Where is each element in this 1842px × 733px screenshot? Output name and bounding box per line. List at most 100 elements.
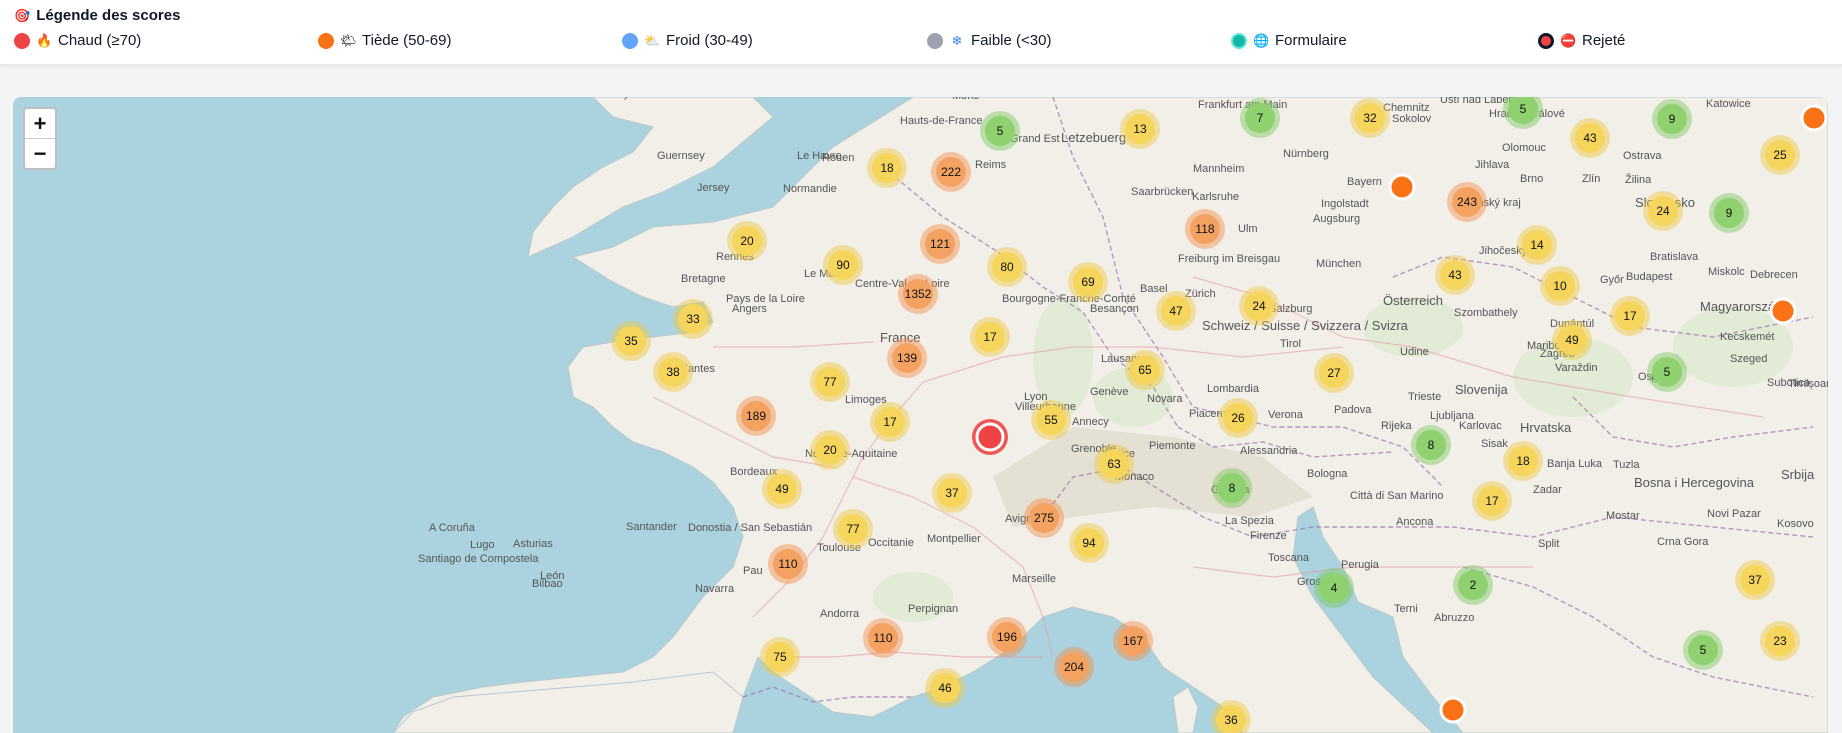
cluster-marker[interactable]: 17 <box>1472 481 1512 521</box>
cluster-marker[interactable]: 94 <box>1069 523 1109 563</box>
lead-marker[interactable] <box>1769 297 1797 325</box>
cluster-marker[interactable]: 7 <box>1240 98 1280 138</box>
zoom-out-button[interactable]: − <box>25 138 55 168</box>
cluster-marker[interactable]: 20 <box>810 430 850 470</box>
place-label: Subotica <box>1767 377 1811 389</box>
cluster-marker[interactable]: 5 <box>980 111 1020 151</box>
cluster-marker[interactable]: 47 <box>1156 291 1196 331</box>
cluster-marker[interactable]: 243 <box>1447 182 1487 222</box>
cluster-marker[interactable]: 275 <box>1024 498 1064 538</box>
map[interactable]: SwanseaCardiffBathLondonSouthend-on-SeaE… <box>13 97 1828 733</box>
cluster-marker[interactable]: 43 <box>1435 255 1475 295</box>
cluster-marker[interactable]: 8 <box>1411 425 1451 465</box>
cluster-count: 47 <box>1169 304 1183 318</box>
cluster-marker[interactable]: 14 <box>1517 225 1557 265</box>
cluster-count: 37 <box>945 486 959 500</box>
lead-marker[interactable] <box>1800 104 1828 132</box>
cluster-marker[interactable]: 2 <box>1453 565 1493 605</box>
cluster-marker[interactable]: 38 <box>653 352 693 392</box>
place-label: Ostrava <box>1623 150 1662 162</box>
cluster-marker[interactable]: 75 <box>760 637 800 677</box>
cluster-count: 32 <box>1363 111 1377 125</box>
cluster-marker[interactable]: 13 <box>1120 109 1160 149</box>
legend-label-low: Faible (<30) <box>971 32 1052 49</box>
cluster-marker[interactable]: 5 <box>1647 352 1687 392</box>
cluster-marker[interactable]: 26 <box>1218 398 1258 438</box>
cluster-marker[interactable]: 37 <box>932 473 972 513</box>
place-label: Novi Pazar <box>1707 508 1761 520</box>
cluster-marker[interactable]: 35 <box>611 321 651 361</box>
cluster-marker[interactable]: 23 <box>1760 621 1800 661</box>
cluster-marker[interactable]: 65 <box>1125 350 1165 390</box>
cluster-marker[interactable]: 90 <box>823 245 863 285</box>
globe-icon: 🌐 <box>1253 32 1270 48</box>
cluster-marker[interactable]: 77 <box>833 509 873 549</box>
legend-label-hot: Chaud (≥70) <box>58 32 142 49</box>
place-label: Katowice <box>1706 98 1751 110</box>
cluster-marker[interactable]: 46 <box>925 668 965 708</box>
cluster-marker[interactable]: 32 <box>1350 98 1390 138</box>
cluster-marker[interactable]: 167 <box>1113 621 1153 661</box>
cluster-marker[interactable]: 18 <box>867 148 907 188</box>
cluster-count: 204 <box>1064 660 1084 674</box>
cluster-marker[interactable]: 24 <box>1239 286 1279 326</box>
zoom-in-button[interactable]: + <box>25 109 55 138</box>
cluster-marker[interactable]: 49 <box>1552 320 1592 360</box>
cluster-marker[interactable]: 222 <box>931 152 971 192</box>
cluster-marker[interactable]: 139 <box>887 338 927 378</box>
cluster-count: 139 <box>897 351 917 365</box>
selected-lead-marker[interactable] <box>972 419 1008 455</box>
low-dot <box>927 32 943 49</box>
lead-marker[interactable] <box>1388 173 1416 201</box>
cluster-marker[interactable]: 20 <box>727 221 767 261</box>
cluster-count: 10 <box>1553 279 1567 293</box>
legend-label-rejected: Rejeté <box>1582 32 1626 49</box>
cluster-marker[interactable]: 17 <box>870 402 910 442</box>
cluster-marker[interactable]: 43 <box>1570 118 1610 158</box>
place-label: Basel <box>1140 283 1168 295</box>
cluster-marker[interactable]: 204 <box>1054 647 1094 687</box>
cluster-marker[interactable]: 69 <box>1068 262 1108 302</box>
cluster-marker[interactable]: 189 <box>736 396 776 436</box>
cluster-marker[interactable]: 110 <box>768 544 808 584</box>
cluster-count: 5 <box>997 124 1004 138</box>
cluster-marker[interactable]: 5 <box>1683 630 1723 670</box>
place-label: Plymouth <box>614 97 660 100</box>
cluster-marker[interactable]: 77 <box>810 362 850 402</box>
map-canvas[interactable]: SwanseaCardiffBathLondonSouthend-on-SeaE… <box>13 97 1828 733</box>
cluster-count: 1352 <box>905 287 932 301</box>
place-label: Bosna i Hercegovina <box>1634 475 1755 490</box>
cluster-marker[interactable]: 37 <box>1735 560 1775 600</box>
cluster-marker[interactable]: 55 <box>1031 400 1071 440</box>
snowflake-icon: ❄ <box>951 32 963 48</box>
cluster-marker[interactable]: 9 <box>1652 99 1692 139</box>
place-label: Koblenz <box>1127 97 1167 100</box>
cluster-marker[interactable]: 9 <box>1709 193 1749 233</box>
cluster-marker[interactable]: 196 <box>987 617 1027 657</box>
cluster-marker[interactable]: 1352 <box>898 274 938 314</box>
cluster-marker[interactable]: 10 <box>1540 266 1580 306</box>
cluster-marker[interactable]: 49 <box>762 469 802 509</box>
place-label: Jersey <box>697 182 730 194</box>
cluster-marker[interactable]: 4 <box>1314 568 1354 608</box>
cluster-marker[interactable]: 118 <box>1185 209 1225 249</box>
cluster-marker[interactable]: 25 <box>1760 135 1800 175</box>
cluster-marker[interactable]: 17 <box>1610 296 1650 336</box>
cluster-marker[interactable]: 110 <box>863 618 903 658</box>
cluster-marker[interactable]: 8 <box>1212 468 1252 508</box>
cluster-marker[interactable]: 121 <box>920 224 960 264</box>
cluster-marker[interactable]: 63 <box>1094 444 1134 484</box>
cluster-marker[interactable]: 80 <box>987 247 1027 287</box>
place-label: Lombardia <box>1207 383 1260 395</box>
cluster-count: 35 <box>624 334 638 348</box>
cluster-count: 49 <box>1565 333 1579 347</box>
cluster-marker[interactable]: 17 <box>970 317 1010 357</box>
cluster-marker[interactable]: 27 <box>1314 353 1354 393</box>
cluster-marker[interactable]: 18 <box>1503 441 1543 481</box>
place-label: Nürnberg <box>1283 148 1329 160</box>
cluster-marker[interactable]: 24 <box>1643 191 1683 231</box>
cluster-marker[interactable]: 33 <box>673 299 713 339</box>
cluster-count: 55 <box>1044 413 1058 427</box>
lead-marker[interactable] <box>1439 696 1467 724</box>
place-label: Letzebuerg <box>1061 130 1126 145</box>
